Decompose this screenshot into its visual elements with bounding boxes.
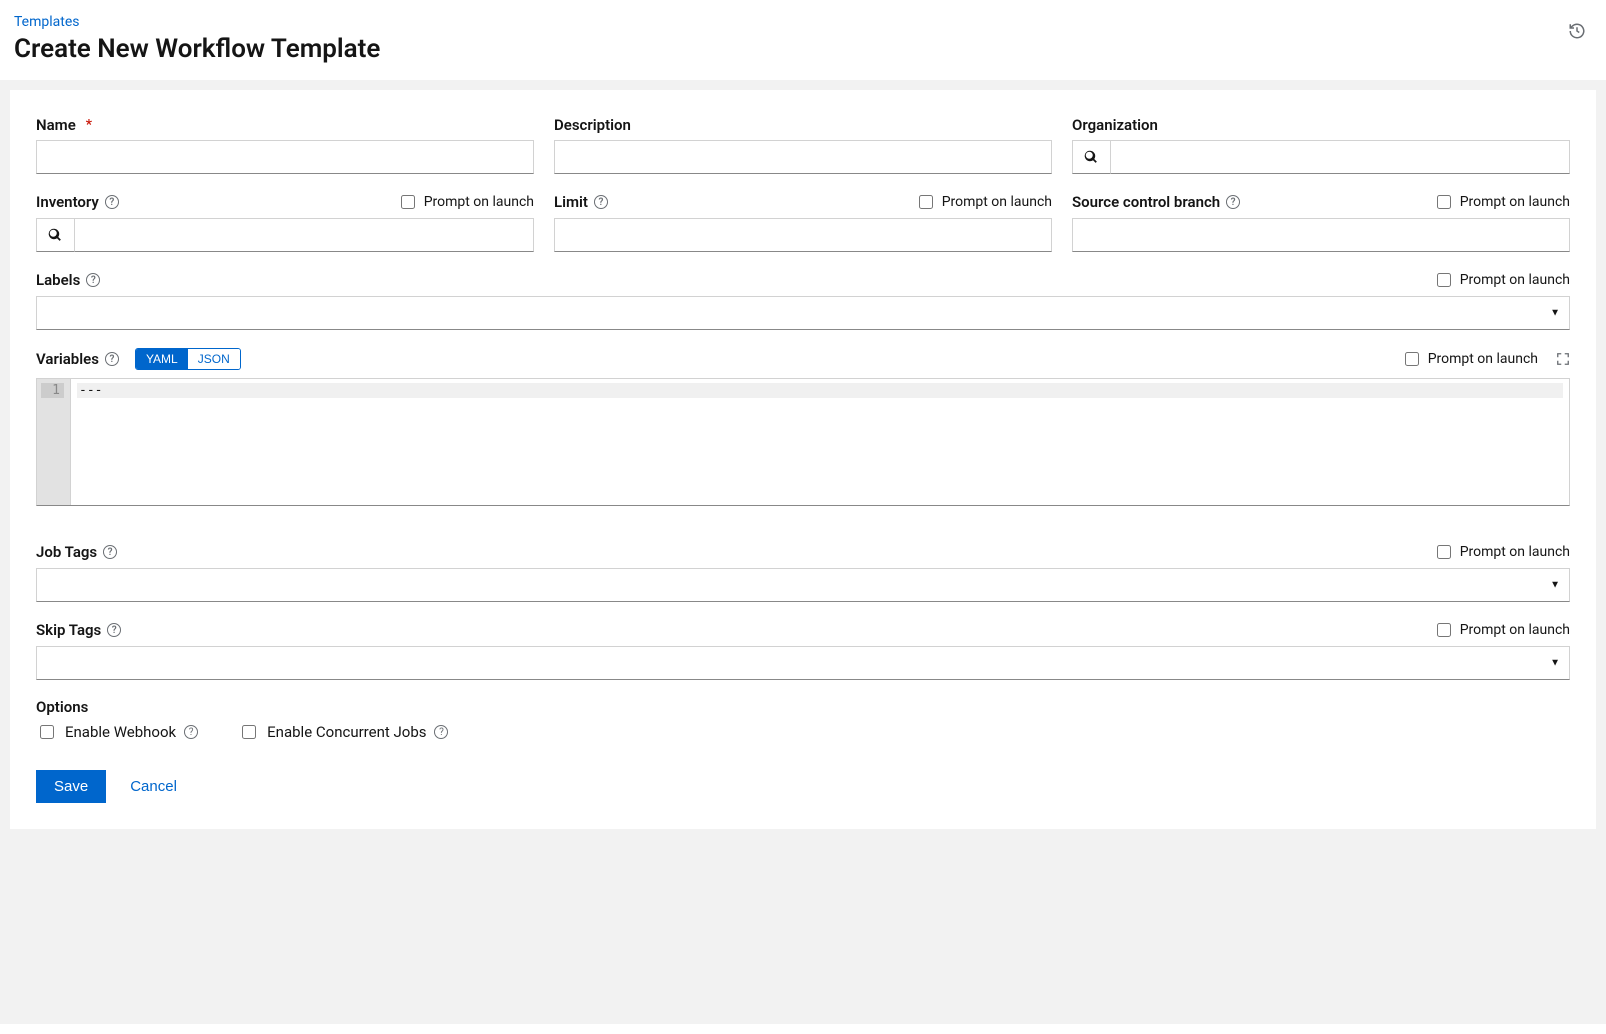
field-name: Name *	[36, 116, 534, 174]
help-icon[interactable]: ?	[103, 545, 117, 559]
job-tags-prompt-checkbox[interactable]	[1437, 545, 1451, 559]
expand-icon[interactable]	[1556, 352, 1570, 366]
prompt-label: Prompt on launch	[1460, 544, 1570, 560]
field-job-tags: Job Tags ? Prompt on launch ▼	[36, 542, 1570, 602]
inventory-label: Inventory	[36, 193, 99, 211]
inventory-input[interactable]	[74, 218, 534, 252]
job-tags-label: Job Tags	[36, 543, 97, 561]
description-input[interactable]	[554, 140, 1052, 174]
inventory-lookup-button[interactable]	[36, 218, 74, 252]
required-indicator: *	[86, 117, 92, 133]
job-tags-prompt[interactable]: Prompt on launch	[1433, 542, 1570, 562]
enable-concurrent-checkbox[interactable]	[242, 725, 256, 739]
editor-body[interactable]: ---	[71, 379, 1569, 505]
field-limit: Limit ? Prompt on launch	[554, 192, 1052, 252]
inventory-prompt-checkbox[interactable]	[401, 195, 415, 209]
limit-label: Limit	[554, 193, 588, 211]
history-icon[interactable]	[1568, 22, 1586, 40]
help-icon[interactable]: ?	[594, 195, 608, 209]
labels-label: Labels	[36, 271, 80, 289]
prompt-label: Prompt on launch	[942, 194, 1052, 210]
prompt-label: Prompt on launch	[1428, 351, 1538, 367]
prompt-label: Prompt on launch	[424, 194, 534, 210]
field-organization: Organization	[1072, 116, 1570, 174]
page-title: Create New Workflow Template	[14, 34, 380, 64]
organization-label: Organization	[1072, 116, 1158, 134]
prompt-label: Prompt on launch	[1460, 272, 1570, 288]
enable-concurrent-label: Enable Concurrent Jobs	[267, 723, 426, 741]
search-icon	[48, 228, 62, 242]
limit-input[interactable]	[554, 218, 1052, 252]
inventory-prompt[interactable]: Prompt on launch	[397, 192, 534, 212]
prompt-label: Prompt on launch	[1460, 194, 1570, 210]
yaml-toggle[interactable]: YAML	[136, 349, 188, 369]
field-description: Description	[554, 116, 1052, 174]
job-tags-select[interactable]	[36, 568, 1570, 602]
variables-prompt[interactable]: Prompt on launch	[1401, 349, 1538, 369]
organization-lookup-button[interactable]	[1072, 140, 1110, 174]
variables-label: Variables	[36, 350, 99, 368]
variables-prompt-checkbox[interactable]	[1405, 352, 1419, 366]
limit-prompt[interactable]: Prompt on launch	[915, 192, 1052, 212]
cancel-button[interactable]: Cancel	[126, 770, 181, 803]
options-label: Options	[36, 698, 88, 716]
skip-tags-label: Skip Tags	[36, 621, 101, 639]
field-scm-branch: Source control branch ? Prompt on launch	[1072, 192, 1570, 252]
help-icon[interactable]: ?	[107, 623, 121, 637]
enable-webhook-checkbox[interactable]	[40, 725, 54, 739]
scm-branch-prompt[interactable]: Prompt on launch	[1433, 192, 1570, 212]
enable-webhook-label: Enable Webhook	[65, 723, 176, 741]
organization-input[interactable]	[1110, 140, 1570, 174]
scm-branch-input[interactable]	[1072, 218, 1570, 252]
help-icon[interactable]: ?	[86, 273, 100, 287]
help-icon[interactable]: ?	[1226, 195, 1240, 209]
variables-editor[interactable]: 1 ---	[36, 378, 1570, 506]
variables-mode-toggle: YAML JSON	[135, 348, 241, 370]
description-label: Description	[554, 116, 631, 134]
editor-gutter: 1	[37, 379, 71, 505]
help-icon[interactable]: ?	[434, 725, 448, 739]
save-button[interactable]: Save	[36, 770, 106, 803]
help-icon[interactable]: ?	[105, 352, 119, 366]
help-icon[interactable]: ?	[105, 195, 119, 209]
prompt-label: Prompt on launch	[1460, 622, 1570, 638]
enable-concurrent-option[interactable]: Enable Concurrent Jobs ?	[238, 722, 448, 742]
enable-webhook-option[interactable]: Enable Webhook ?	[36, 722, 198, 742]
skip-tags-select[interactable]	[36, 646, 1570, 680]
breadcrumb-templates[interactable]: Templates	[14, 14, 80, 30]
name-label: Name	[36, 116, 76, 134]
limit-prompt-checkbox[interactable]	[919, 195, 933, 209]
labels-prompt[interactable]: Prompt on launch	[1433, 270, 1570, 290]
field-variables: Variables ? YAML JSON Prompt on launch	[36, 348, 1570, 506]
name-input[interactable]	[36, 140, 534, 174]
field-inventory: Inventory ? Prompt on launch	[36, 192, 534, 252]
field-options: Options Enable Webhook ? Enable Concurre…	[36, 698, 1570, 742]
skip-tags-prompt-checkbox[interactable]	[1437, 623, 1451, 637]
scm-branch-prompt-checkbox[interactable]	[1437, 195, 1451, 209]
json-toggle[interactable]: JSON	[188, 349, 240, 369]
labels-select[interactable]	[36, 296, 1570, 330]
scm-branch-label: Source control branch	[1072, 193, 1220, 211]
labels-prompt-checkbox[interactable]	[1437, 273, 1451, 287]
field-labels: Labels ? Prompt on launch ▼	[36, 270, 1570, 330]
skip-tags-prompt[interactable]: Prompt on launch	[1433, 620, 1570, 640]
search-icon	[1084, 150, 1098, 164]
field-skip-tags: Skip Tags ? Prompt on launch ▼	[36, 620, 1570, 680]
help-icon[interactable]: ?	[184, 725, 198, 739]
